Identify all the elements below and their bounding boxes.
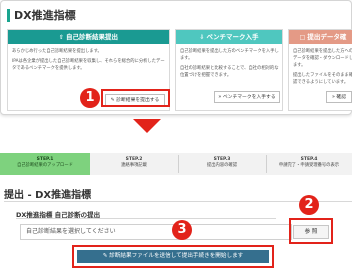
step-1: STEP.1 自己診断結果のアップロード (0, 153, 90, 175)
benchmark-card-text: 自己診断結果を提出した方のベンチマークを入手します。 自社の診断結果と比較するこ… (180, 49, 279, 78)
highlight-browse-button (289, 218, 333, 244)
panel-title: DX推進指標 (7, 9, 76, 22)
step-3: STEP.3 提出内容の確認 (206, 157, 238, 168)
callout-2: 2 (299, 195, 319, 215)
submit-card-text: あらかじめ行った自己診断結果を提出します。 IPAは各企業が提出した自己診断結果… (12, 49, 165, 71)
page-title: 提出 - DX推進指標 (4, 190, 92, 201)
dx-top-panel: DX推進指標 ⇧ 自己診断結果提出 あらかじめ行った自己診断結果を提出します。 I… (0, 0, 352, 115)
down-arrow (133, 119, 161, 133)
step-4: STEP.4 申請完了・申請受理番号の表示 (278, 157, 340, 168)
step-2: STEP.2 連絡事項記載 (121, 157, 147, 168)
upload-icon: ⇧ (58, 34, 65, 41)
get-benchmark-button[interactable]: » ベンチマークを入手する (214, 91, 280, 103)
download-icon: ⇩ (199, 34, 205, 41)
data-check-card-text: 自己診断結果を提出した方へのデータを確認・ダウンロードします。 提出したファイル… (293, 49, 352, 85)
file-select-field[interactable]: 自己診断結果を選択してください (20, 224, 292, 240)
submit-file-button[interactable]: ✎ 診断結果ファイルを送信して提出手続きを開始します (77, 250, 269, 263)
highlight-submit-button (101, 89, 170, 107)
step-progress: STEP.1 自己診断結果のアップロード STEP.2 連絡事項記載 STEP.3 提… (0, 153, 352, 175)
callout-3: 3 (172, 220, 192, 240)
section-divider (16, 218, 276, 219)
data-check-card-header: □ 提出データ確 (289, 30, 352, 44)
benchmark-card-header: ⇩ ベンチマーク入手 (176, 30, 282, 44)
submit-card-header: ⇧ 自己診断結果提出 (8, 30, 169, 44)
check-data-button[interactable]: » 確認 (326, 91, 352, 103)
callout-1: 1 (80, 88, 100, 108)
document-icon: □ (299, 34, 306, 41)
